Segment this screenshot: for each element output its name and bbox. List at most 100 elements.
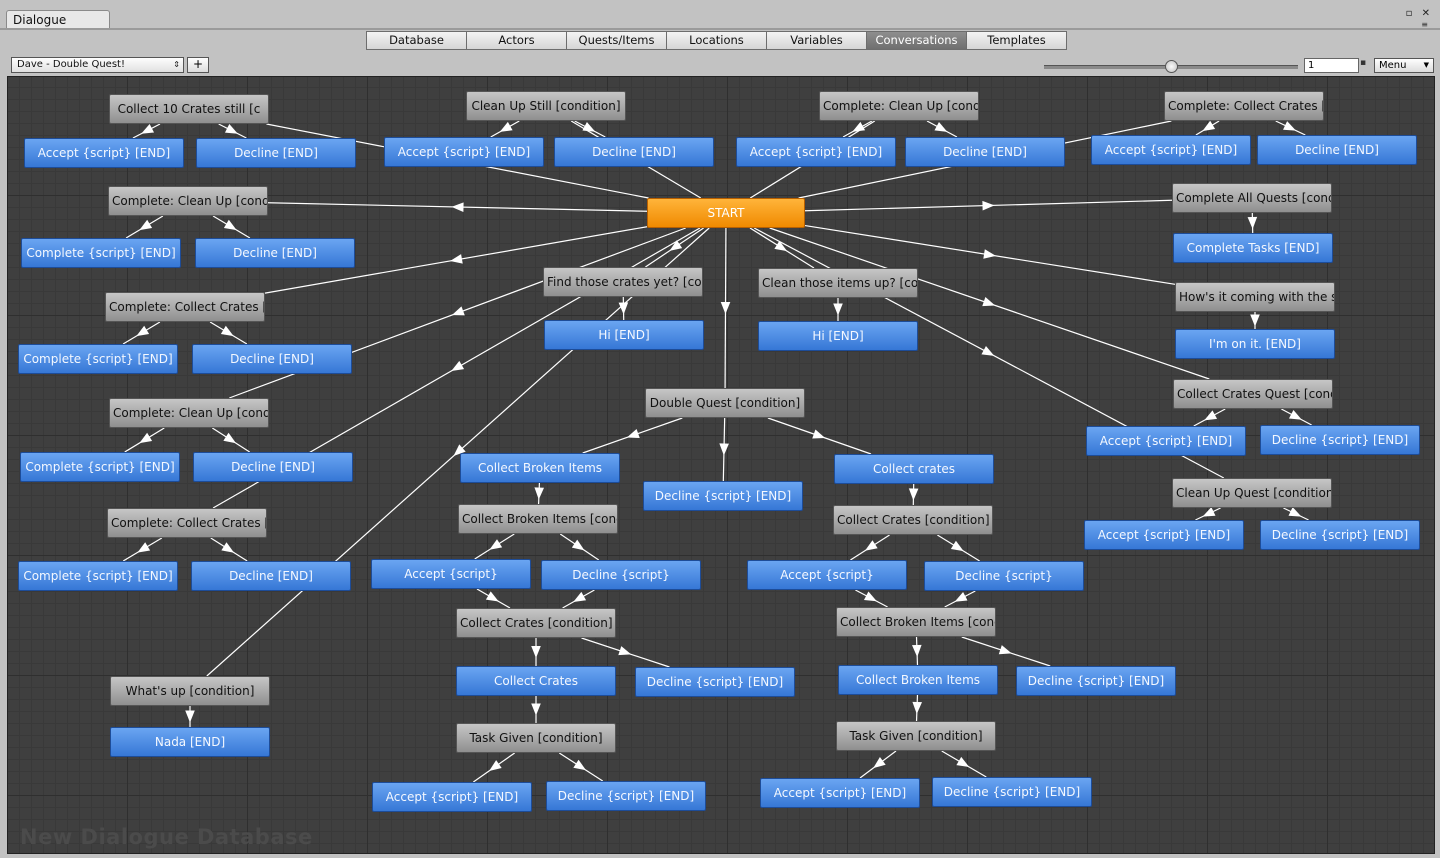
link-arrow-icon (499, 121, 513, 132)
tab-locations[interactable]: Locations (666, 31, 767, 50)
add-conversation-button[interactable]: + (187, 57, 209, 73)
link-arrow-icon (136, 325, 150, 337)
condition-node[interactable]: Task Given [condition] (456, 723, 616, 753)
link-arrow-icon (954, 591, 968, 602)
response-node[interactable]: Decline {script} [END] (932, 777, 1092, 807)
response-node[interactable]: Accept {script} [END] (736, 137, 896, 167)
condition-node[interactable]: Complete: Collect Crates [ (105, 292, 265, 322)
condition-node[interactable]: Collect Crates [condition] (833, 505, 993, 535)
response-node[interactable]: Accept {script} [END] (1086, 426, 1246, 456)
tab-templates[interactable]: Templates (966, 31, 1067, 50)
response-node[interactable]: Accept {script} [END] (1091, 135, 1251, 165)
response-node[interactable]: Accept {script} [END] (24, 138, 184, 168)
response-node[interactable]: Decline [END] (192, 344, 352, 374)
response-node[interactable]: Decline [END] (196, 138, 356, 168)
link-arrow-icon (956, 756, 970, 768)
response-node[interactable]: Decline [END] (191, 561, 351, 591)
updown-arrows-icon: ⇕ (173, 60, 180, 69)
zoom-slider-knob[interactable] (1165, 60, 1178, 73)
response-node[interactable]: Decline {script} [END] (546, 781, 706, 811)
condition-node[interactable]: Clean Up Still [condition] (466, 91, 626, 121)
tab-quests-items[interactable]: Quests/Items (566, 31, 667, 50)
response-node[interactable]: Decline {script} [END] (643, 481, 803, 511)
condition-node[interactable]: Collect Broken Items [cond (836, 607, 996, 637)
menu-button[interactable]: Menu ▼ (1374, 58, 1434, 73)
response-node[interactable]: Complete {script} [END] (21, 238, 181, 268)
window-buttons: ▫ ✕ (1400, 8, 1430, 19)
condition-node[interactable]: What's up [condition] (110, 676, 270, 706)
response-node[interactable]: Decline {script} [END] (635, 667, 795, 697)
condition-node[interactable]: Collect Crates Quest [cond (1173, 379, 1333, 409)
condition-node[interactable]: Collect 10 Crates still [c (109, 94, 269, 124)
conversation-select[interactable]: Dave - Double Quest! ⇕ (11, 57, 184, 73)
response-node[interactable]: Decline {script} [END] (1260, 520, 1420, 550)
response-node[interactable]: Accept {script} (747, 560, 907, 590)
response-node[interactable]: Hi [END] (544, 320, 704, 350)
response-node[interactable]: Decline [END] (193, 452, 353, 482)
response-node[interactable]: Accept {script} (371, 559, 531, 589)
condition-node[interactable]: Clean Up Quest [condition] (1172, 478, 1332, 508)
condition-node[interactable]: Complete: Clean Up [condit (819, 91, 979, 121)
response-node[interactable]: Accept {script} [END] (372, 782, 532, 812)
condition-node[interactable]: Complete All Quests [condi (1172, 183, 1332, 213)
response-node[interactable]: I'm on it. [END] (1175, 329, 1335, 359)
response-node[interactable]: Collect Broken Items (838, 665, 998, 695)
response-node[interactable]: Accept {script} [END] (760, 778, 920, 808)
response-node[interactable]: Decline {script} [END] (1016, 666, 1176, 696)
close-icon[interactable]: ✕ (1422, 8, 1430, 19)
response-node[interactable]: Decline {script} [END] (1260, 425, 1420, 455)
link-arrow-icon (912, 701, 923, 714)
condition-node[interactable]: How's it coming with the s (1175, 282, 1335, 312)
maximize-icon[interactable]: ▫ (1406, 8, 1413, 19)
tab-database[interactable]: Database (366, 31, 467, 50)
response-node[interactable]: Decline {script} (924, 561, 1084, 591)
link-arrow-icon (451, 202, 464, 212)
link-arrow-icon (531, 703, 541, 716)
response-node[interactable]: Nada [END] (110, 727, 270, 757)
link-arrow-icon (1202, 507, 1216, 517)
response-node[interactable]: Complete {script} [END] (18, 561, 178, 591)
response-node[interactable]: Decline {script} (541, 560, 701, 590)
condition-node[interactable]: Task Given [condition] (836, 721, 996, 751)
response-node[interactable]: Decline [END] (1257, 135, 1417, 165)
link-arrow-icon (1288, 409, 1302, 420)
response-node[interactable]: Hi [END] (758, 321, 918, 351)
tab-actors[interactable]: Actors (466, 31, 567, 50)
response-node[interactable]: Complete Tasks [END] (1173, 233, 1333, 263)
response-node[interactable]: Decline [END] (905, 137, 1065, 167)
response-node[interactable]: Complete {script} [END] (18, 344, 178, 374)
tab-variables[interactable]: Variables (766, 31, 867, 50)
start-node[interactable]: START (647, 198, 805, 228)
condition-node[interactable]: Complete: Collect Crates [ (1164, 91, 1324, 121)
lock-icon[interactable]: ▪ (1360, 58, 1370, 70)
condition-node[interactable]: Collect Broken Items [cond (458, 504, 618, 534)
response-node[interactable]: Accept {script} [END] (384, 137, 544, 167)
zoom-field[interactable]: 1 (1304, 58, 1359, 73)
database-watermark: New Dialogue Database (20, 825, 313, 849)
link-arrow-icon (221, 542, 235, 553)
response-node[interactable]: Collect Crates (456, 666, 616, 696)
condition-node[interactable]: Collect Crates [condition] (456, 608, 616, 638)
response-node[interactable]: Collect crates (834, 454, 994, 484)
condition-node[interactable]: Complete: Collect Crates [ (107, 508, 267, 538)
link-arrow-icon (137, 542, 151, 553)
tab-conversations[interactable]: Conversations (866, 31, 967, 50)
condition-node[interactable]: Find those crates yet? [co (543, 267, 703, 297)
link-arrow-icon (720, 301, 731, 314)
link-arrow-icon (489, 539, 503, 550)
condition-node[interactable]: Complete: Clean Up [condit (109, 398, 269, 428)
node-canvas[interactable]: START Collect 10 Crates still [c Accept {s… (7, 76, 1435, 854)
condition-node[interactable]: Clean those items up? [con (758, 268, 918, 298)
condition-node[interactable]: Double Quest [condition] (645, 388, 805, 418)
response-node[interactable]: Decline [END] (554, 137, 714, 167)
response-node[interactable]: Collect Broken Items (460, 453, 620, 483)
condition-node[interactable]: Complete: Clean Up [condit (108, 186, 268, 216)
zoom-slider[interactable] (1044, 60, 1298, 73)
response-node[interactable]: Accept {script} [END] (1084, 520, 1244, 550)
response-node[interactable]: Complete {script} [END] (20, 452, 180, 482)
menu-icon[interactable]: ≡ (1421, 20, 1428, 29)
link-arrow-icon (451, 306, 465, 316)
link-arrow-icon (908, 488, 919, 501)
response-node[interactable]: Decline [END] (195, 238, 355, 268)
window-tab[interactable]: Dialogue (6, 10, 110, 30)
